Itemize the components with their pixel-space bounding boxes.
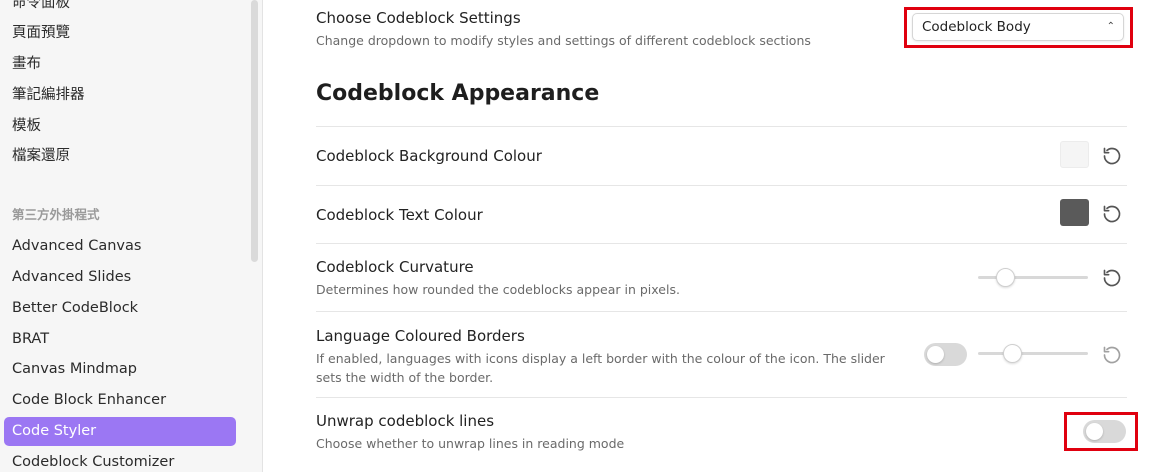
divider <box>316 243 1127 244</box>
settings-sidebar: 命令面板 頁面預覽 畫布 筆記編排器 模板 檔案還原 第三方外掛程式 Advan… <box>0 0 263 472</box>
setting-name: Unwrap codeblock lines <box>316 412 495 430</box>
setting-description: Choose whether to unwrap lines in readin… <box>316 436 625 451</box>
sidebar-scrollbar[interactable] <box>251 0 258 262</box>
sidebar-item-codeblock-customizer[interactable]: Codeblock Customizer <box>4 448 236 472</box>
divider <box>316 397 1127 398</box>
sidebar-item-advanced-canvas[interactable]: Advanced Canvas <box>4 232 236 261</box>
sidebar-heading-community-plugins: 第三方外掛程式 <box>12 207 100 222</box>
reset-icon[interactable] <box>1102 204 1122 224</box>
setting-language-borders: Language Coloured Borders If enabled, la… <box>316 326 906 387</box>
setting-name: Codeblock Background Colour <box>316 147 542 165</box>
sidebar-item-file-recovery[interactable]: 檔案還原 <box>4 142 236 171</box>
sidebar-item-brat[interactable]: BRAT <box>4 325 236 354</box>
toggle-knob <box>927 346 944 363</box>
setting-name: Codeblock Text Colour <box>316 206 483 224</box>
slider-thumb[interactable] <box>1003 344 1022 363</box>
reset-icon[interactable] <box>1102 146 1122 166</box>
sidebar-item-templates[interactable]: 模板 <box>4 112 236 141</box>
background-colour-swatch[interactable] <box>1060 141 1089 168</box>
toggle-knob <box>1086 423 1103 440</box>
text-colour-swatch[interactable] <box>1060 199 1089 226</box>
sidebar-item-canvas[interactable]: 畫布 <box>4 50 236 79</box>
language-borders-toggle[interactable] <box>924 343 967 366</box>
setting-unwrap-lines: Unwrap codeblock lines Choose whether to… <box>316 411 1127 453</box>
app-window: 命令面板 頁面預覽 畫布 筆記編排器 模板 檔案還原 第三方外掛程式 Advan… <box>0 0 1153 472</box>
sidebar-item-better-codeblock[interactable]: Better CodeBlock <box>4 294 236 323</box>
sidebar-item-code-styler[interactable]: Code Styler <box>4 417 236 446</box>
reset-icon[interactable] <box>1102 268 1122 288</box>
sidebar-item-code-block-enhancer[interactable]: Code Block Enhancer <box>4 386 236 415</box>
settings-content: Choose Codeblock Settings Change dropdow… <box>263 0 1153 472</box>
sidebar-item-command-palette[interactable]: 命令面板 <box>4 0 236 18</box>
divider <box>316 311 1127 312</box>
section-heading: Codeblock Appearance <box>316 81 600 106</box>
setting-background-colour: Codeblock Background Colour <box>316 146 1127 166</box>
sidebar-item-canvas-mindmap[interactable]: Canvas Mindmap <box>4 355 236 384</box>
border-width-slider[interactable] <box>978 344 1088 364</box>
dropdown-selected-value: Codeblock Body <box>922 19 1031 35</box>
codeblock-section-dropdown[interactable]: Codeblock Body ⌃ <box>912 13 1124 41</box>
sidebar-item-advanced-slides[interactable]: Advanced Slides <box>4 263 236 292</box>
sidebar-item-note-composer[interactable]: 筆記編排器 <box>4 81 236 110</box>
setting-name: Language Coloured Borders <box>316 327 525 345</box>
slider-track <box>978 276 1088 279</box>
slider-track <box>978 352 1088 355</box>
divider <box>316 126 1127 127</box>
chevron-up-down-icon: ⌃ <box>1106 21 1115 32</box>
sidebar-item-page-preview[interactable]: 頁面預覽 <box>4 19 236 48</box>
curvature-slider[interactable] <box>978 268 1088 288</box>
setting-description: If enabled, languages with icons display… <box>316 351 885 385</box>
reset-icon[interactable] <box>1102 345 1122 365</box>
divider <box>316 185 1127 186</box>
unwrap-lines-toggle[interactable] <box>1083 420 1126 443</box>
setting-text-colour: Codeblock Text Colour <box>316 205 1127 225</box>
slider-thumb[interactable] <box>996 268 1015 287</box>
